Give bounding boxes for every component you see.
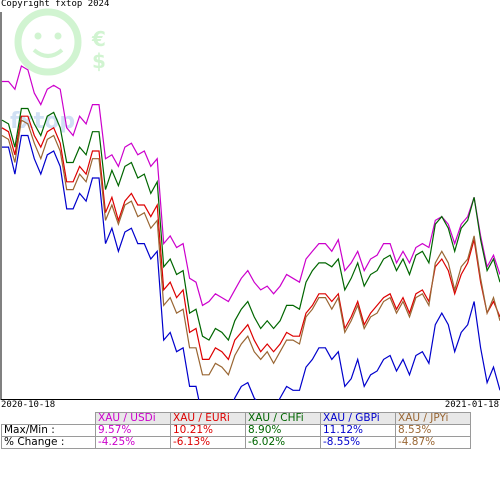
series-line-3 (1, 107, 500, 342)
series-header-4: XAU / GBPi (320, 412, 396, 425)
series-line-5 (1, 119, 500, 377)
max-min-value-2: 10.21% (170, 424, 246, 437)
series-header-1: XAU / USDi (95, 412, 171, 425)
table-row-max-min: Max/Min : 9.57% 10.21% 8.90% 11.12% 8.53% (1, 424, 471, 437)
svg-text:$: $ (92, 49, 106, 73)
row-label-max-min: Max/Min : (1, 424, 96, 437)
table-corner (1, 412, 96, 425)
series-header-5: XAU / JPYi (395, 412, 471, 425)
table-row-pct-change: % Change : -4.25% -6.13% -6.02% -8.55% -4.87… (1, 436, 471, 449)
series-line-4 (2, 134, 500, 400)
row-label-pct-change: % Change : (1, 436, 96, 449)
max-min-value-5: 8.53% (395, 424, 471, 437)
pct-change-value-2: -6.13% (170, 436, 246, 449)
max-min-value-1: 9.57% (95, 424, 171, 437)
max-min-value-3: 8.90% (245, 424, 321, 437)
pct-change-value-4: -8.55% (320, 436, 396, 449)
series-header-3: XAU / CHFi (245, 412, 321, 425)
series-line-1 (2, 65, 500, 307)
table-header-row: XAU / USDi XAU / EURi XAU / CHFi XAU / GBPi… (1, 412, 471, 425)
line-chart: € $ fxtop (0, 8, 500, 400)
svg-text:€: € (91, 27, 106, 51)
max-min-value-4: 11.12% (320, 424, 396, 437)
pct-change-value-3: -6.02% (245, 436, 321, 449)
series-header-2: XAU / EURi (170, 412, 246, 425)
pct-change-value-5: -4.87% (395, 436, 471, 449)
pct-change-value-1: -4.25% (95, 436, 171, 449)
stats-table: XAU / USDi XAU / EURi XAU / CHFi XAU / GBPi… (1, 412, 471, 449)
x-end-date: 2021-01-18 (444, 400, 499, 410)
x-start-date: 2020-10-18 (1, 400, 56, 410)
